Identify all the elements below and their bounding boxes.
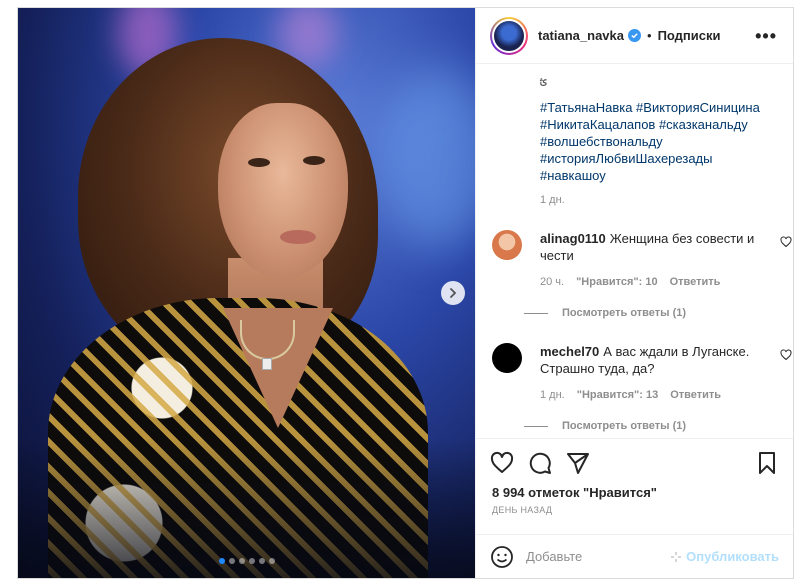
photo-shadow [18, 438, 475, 578]
caption-timestamp[interactable]: 1 дн. [540, 192, 780, 209]
stage-light [378, 68, 475, 248]
carousel-dot [248, 558, 255, 564]
comment-username[interactable]: alinag0110 [540, 231, 606, 246]
caption-partial-line: ؿ [540, 73, 548, 87]
hashtag-line[interactable]: #НикитаКацалапов #сказканальду [540, 116, 780, 133]
post-side-panel: tatiana_navka • Подписки ••• ؿ #ТатьянаН… [475, 8, 793, 578]
post-caption: ؿ #ТатьянаНавка #ВикторияСиницина #Никит… [540, 72, 780, 209]
photo-lips [280, 230, 316, 244]
loading-icon [671, 551, 682, 562]
comment-likes[interactable]: "Нравится": 13 [577, 387, 658, 404]
post-author-username[interactable]: tatiana_navka [538, 28, 624, 43]
posted-time[interactable]: ДЕНЬ НАЗАД [492, 505, 552, 515]
view-replies-label: Посмотреть ответы (1) [562, 420, 687, 432]
avatar[interactable] [492, 343, 522, 373]
carousel-dot [228, 558, 235, 564]
post-photo[interactable] [18, 8, 475, 578]
publish-label: Опубликовать [686, 549, 779, 564]
like-comment-heart-icon[interactable] [780, 349, 792, 361]
hashtag-line[interactable]: #историяЛюбвиШахерезады [540, 150, 780, 167]
emoji-button[interactable] [490, 545, 514, 569]
carousel-next-button[interactable] [441, 281, 465, 305]
following-button[interactable]: Подписки [658, 28, 721, 43]
add-comment-bar: Опубликовать [476, 534, 793, 578]
post-dialog: tatiana_navka • Подписки ••• ؿ #ТатьянаН… [17, 7, 794, 579]
view-replies-label: Посмотреть ответы (1) [562, 307, 687, 319]
publish-button[interactable]: Опубликовать [670, 549, 779, 564]
carousel-indicator [18, 558, 475, 564]
hashtag-line[interactable]: #волшебствональду [540, 133, 780, 150]
view-replies-button[interactable]: Посмотреть ответы (1) [524, 307, 686, 319]
photo-eye [248, 158, 270, 167]
photo-eye [303, 156, 325, 165]
carousel-dot [218, 558, 225, 564]
post-actions: 8 994 отметок "Нравится" ДЕНЬ НАЗАД [476, 438, 793, 538]
bookmark-icon [759, 452, 775, 474]
hashtag-line[interactable]: #навкашоу [540, 167, 780, 184]
carousel-dot [238, 558, 245, 564]
photo-face [218, 103, 348, 278]
heart-icon [490, 451, 514, 473]
more-options-icon[interactable]: ••• [755, 26, 777, 47]
comment-time[interactable]: 20 ч. [540, 274, 564, 291]
replies-divider [524, 425, 548, 427]
comments-section[interactable]: ؿ #ТатьянаНавка #ВикторияСиницина #Никит… [476, 64, 793, 438]
comment-likes[interactable]: "Нравится": 10 [576, 274, 657, 291]
post-header: tatiana_navka • Подписки ••• [476, 8, 793, 64]
carousel-dot [268, 558, 275, 564]
carousel-dot [258, 558, 265, 564]
comment-username[interactable]: mechel70 [540, 344, 599, 359]
avatar[interactable] [490, 16, 528, 55]
smiley-icon [491, 545, 513, 568]
avatar[interactable] [492, 230, 522, 260]
view-replies-button[interactable]: Посмотреть ответы (1) [524, 420, 686, 432]
share-button[interactable] [566, 451, 590, 475]
reply-button[interactable]: Ответить [670, 274, 721, 291]
comment-time[interactable]: 1 дн. [540, 387, 565, 404]
likes-count[interactable]: 8 994 отметок "Нравится" [492, 485, 657, 500]
comment-meta: 20 ч. "Нравится": 10 Ответить [540, 274, 760, 291]
chevron-right-icon [450, 288, 457, 298]
verified-badge-icon [628, 29, 641, 42]
like-button[interactable] [490, 451, 514, 475]
comment-body: mechel70 А вас ждали в Луганске. Страшно … [540, 343, 760, 404]
photo-pendant [262, 358, 272, 370]
header-separator: • [647, 28, 652, 43]
comment-icon [529, 452, 551, 474]
send-icon [567, 453, 589, 474]
action-buttons [490, 451, 590, 475]
replies-divider [524, 312, 548, 314]
comment-input[interactable] [526, 549, 656, 564]
like-comment-heart-icon[interactable] [780, 236, 792, 248]
comment-meta: 1 дн. "Нравится": 13 Ответить [540, 387, 760, 404]
reply-button[interactable]: Ответить [670, 387, 721, 404]
comment-button[interactable] [528, 451, 552, 475]
comment-body: alinag0110 Женщина без совести и чести 20… [540, 230, 760, 291]
save-button[interactable] [755, 451, 779, 480]
hashtag-line[interactable]: #ТатьянаНавка #ВикторияСиницина [540, 99, 780, 116]
